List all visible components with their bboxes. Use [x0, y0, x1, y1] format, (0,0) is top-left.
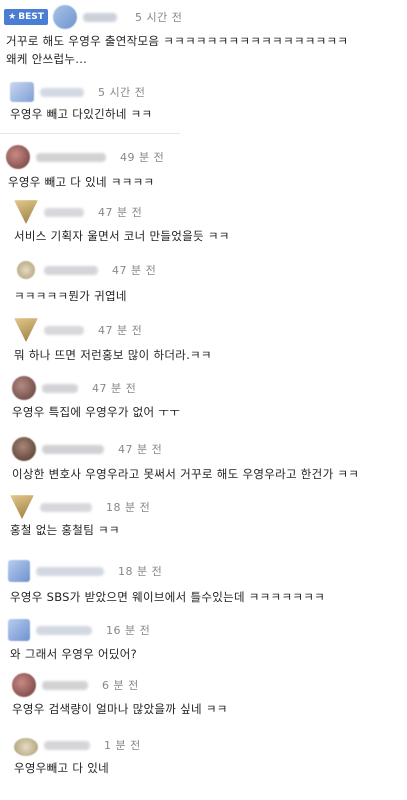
timestamp: 6 분 전 [102, 679, 139, 692]
comment-text: 홍철 없는 홍철팀 ㅋㅋ [10, 523, 120, 537]
avatar[interactable] [12, 376, 36, 400]
timestamp: 47 분 전 [112, 264, 157, 277]
avatar[interactable] [14, 318, 38, 342]
username[interactable] [42, 383, 78, 393]
avatar[interactable] [14, 737, 38, 756]
best-badge: ★ BEST [4, 9, 48, 25]
username[interactable] [44, 265, 98, 275]
username[interactable] [42, 444, 104, 454]
comment-text: 이상한 변호사 우영우라고 못써서 거꾸로 해도 우영우라고 한건가 ㅋㅋ [12, 467, 360, 481]
avatar[interactable] [6, 145, 30, 169]
comment-text: 와 그래서 우영우 어딨어? [10, 647, 138, 661]
comment-text: 우영우 SBS가 받았으면 웨이브에서 틀수있는데 ㅋㅋㅋㅋㅋㅋㅋ [10, 590, 325, 604]
timestamp: 16 분 전 [106, 624, 151, 637]
comment-text: 거꾸로 해도 우영우 출연작모음 ㅋㅋㅋㅋㅋㅋㅋㅋㅋㅋㅋㅋㅋㅋㅋㅋㅋ [6, 34, 349, 48]
avatar[interactable] [17, 261, 35, 279]
timestamp: 47 분 전 [98, 206, 143, 219]
timestamp: 47 분 전 [98, 324, 143, 337]
timestamp: 18 분 전 [118, 565, 163, 578]
username[interactable] [36, 152, 106, 162]
username[interactable] [36, 566, 104, 576]
comment-text: 우영우 특집에 우영우가 없어 ㅜㅜ [12, 405, 181, 419]
avatar[interactable] [53, 5, 77, 29]
timestamp: 49 분 전 [120, 151, 165, 164]
comment-text: 서비스 기획자 울면서 코너 만들었을듯 ㅋㅋ [14, 229, 230, 243]
avatar[interactable] [12, 437, 36, 461]
comment-text: 우영우 빼고 다 있네 ㅋㅋㅋㅋ [8, 175, 155, 189]
comment-text: 우영우빼고 다 있네 [14, 761, 109, 775]
timestamp: 47 분 전 [118, 443, 163, 456]
avatar[interactable] [10, 495, 34, 519]
avatar[interactable] [14, 200, 38, 224]
username[interactable] [83, 12, 117, 22]
avatar[interactable] [12, 673, 36, 697]
username[interactable] [44, 325, 84, 335]
username[interactable] [42, 680, 88, 690]
avatar[interactable] [8, 560, 30, 582]
comment-text: 우영우 빼고 다있긴하네 ㅋㅋ [10, 107, 153, 121]
star-icon: ★ [8, 12, 17, 22]
username[interactable] [36, 625, 92, 635]
username[interactable] [44, 740, 90, 750]
timestamp: 5 시간 전 [98, 86, 146, 99]
avatar[interactable] [8, 619, 30, 641]
avatar[interactable] [10, 82, 34, 102]
timestamp: 5 시간 전 [135, 11, 183, 24]
best-label: BEST [18, 12, 44, 22]
username[interactable] [40, 87, 84, 97]
comment-text: 우영우 검색량이 얼마나 많았을까 싶네 ㅋㅋ [12, 702, 228, 716]
divider [0, 133, 180, 134]
username[interactable] [44, 207, 84, 217]
timestamp: 47 분 전 [92, 382, 137, 395]
comment-text: ㅋㅋㅋㅋㅋ뭔가 귀엽네 [14, 289, 127, 303]
timestamp: 18 분 전 [106, 501, 151, 514]
comment-text: 뭐 하나 뜨면 저런홍보 많이 하더라.ㅋㅋ [14, 348, 212, 362]
comment-text: 왜케 안쓰럽누... [6, 52, 88, 66]
timestamp: 1 분 전 [104, 739, 141, 752]
username[interactable] [40, 502, 92, 512]
